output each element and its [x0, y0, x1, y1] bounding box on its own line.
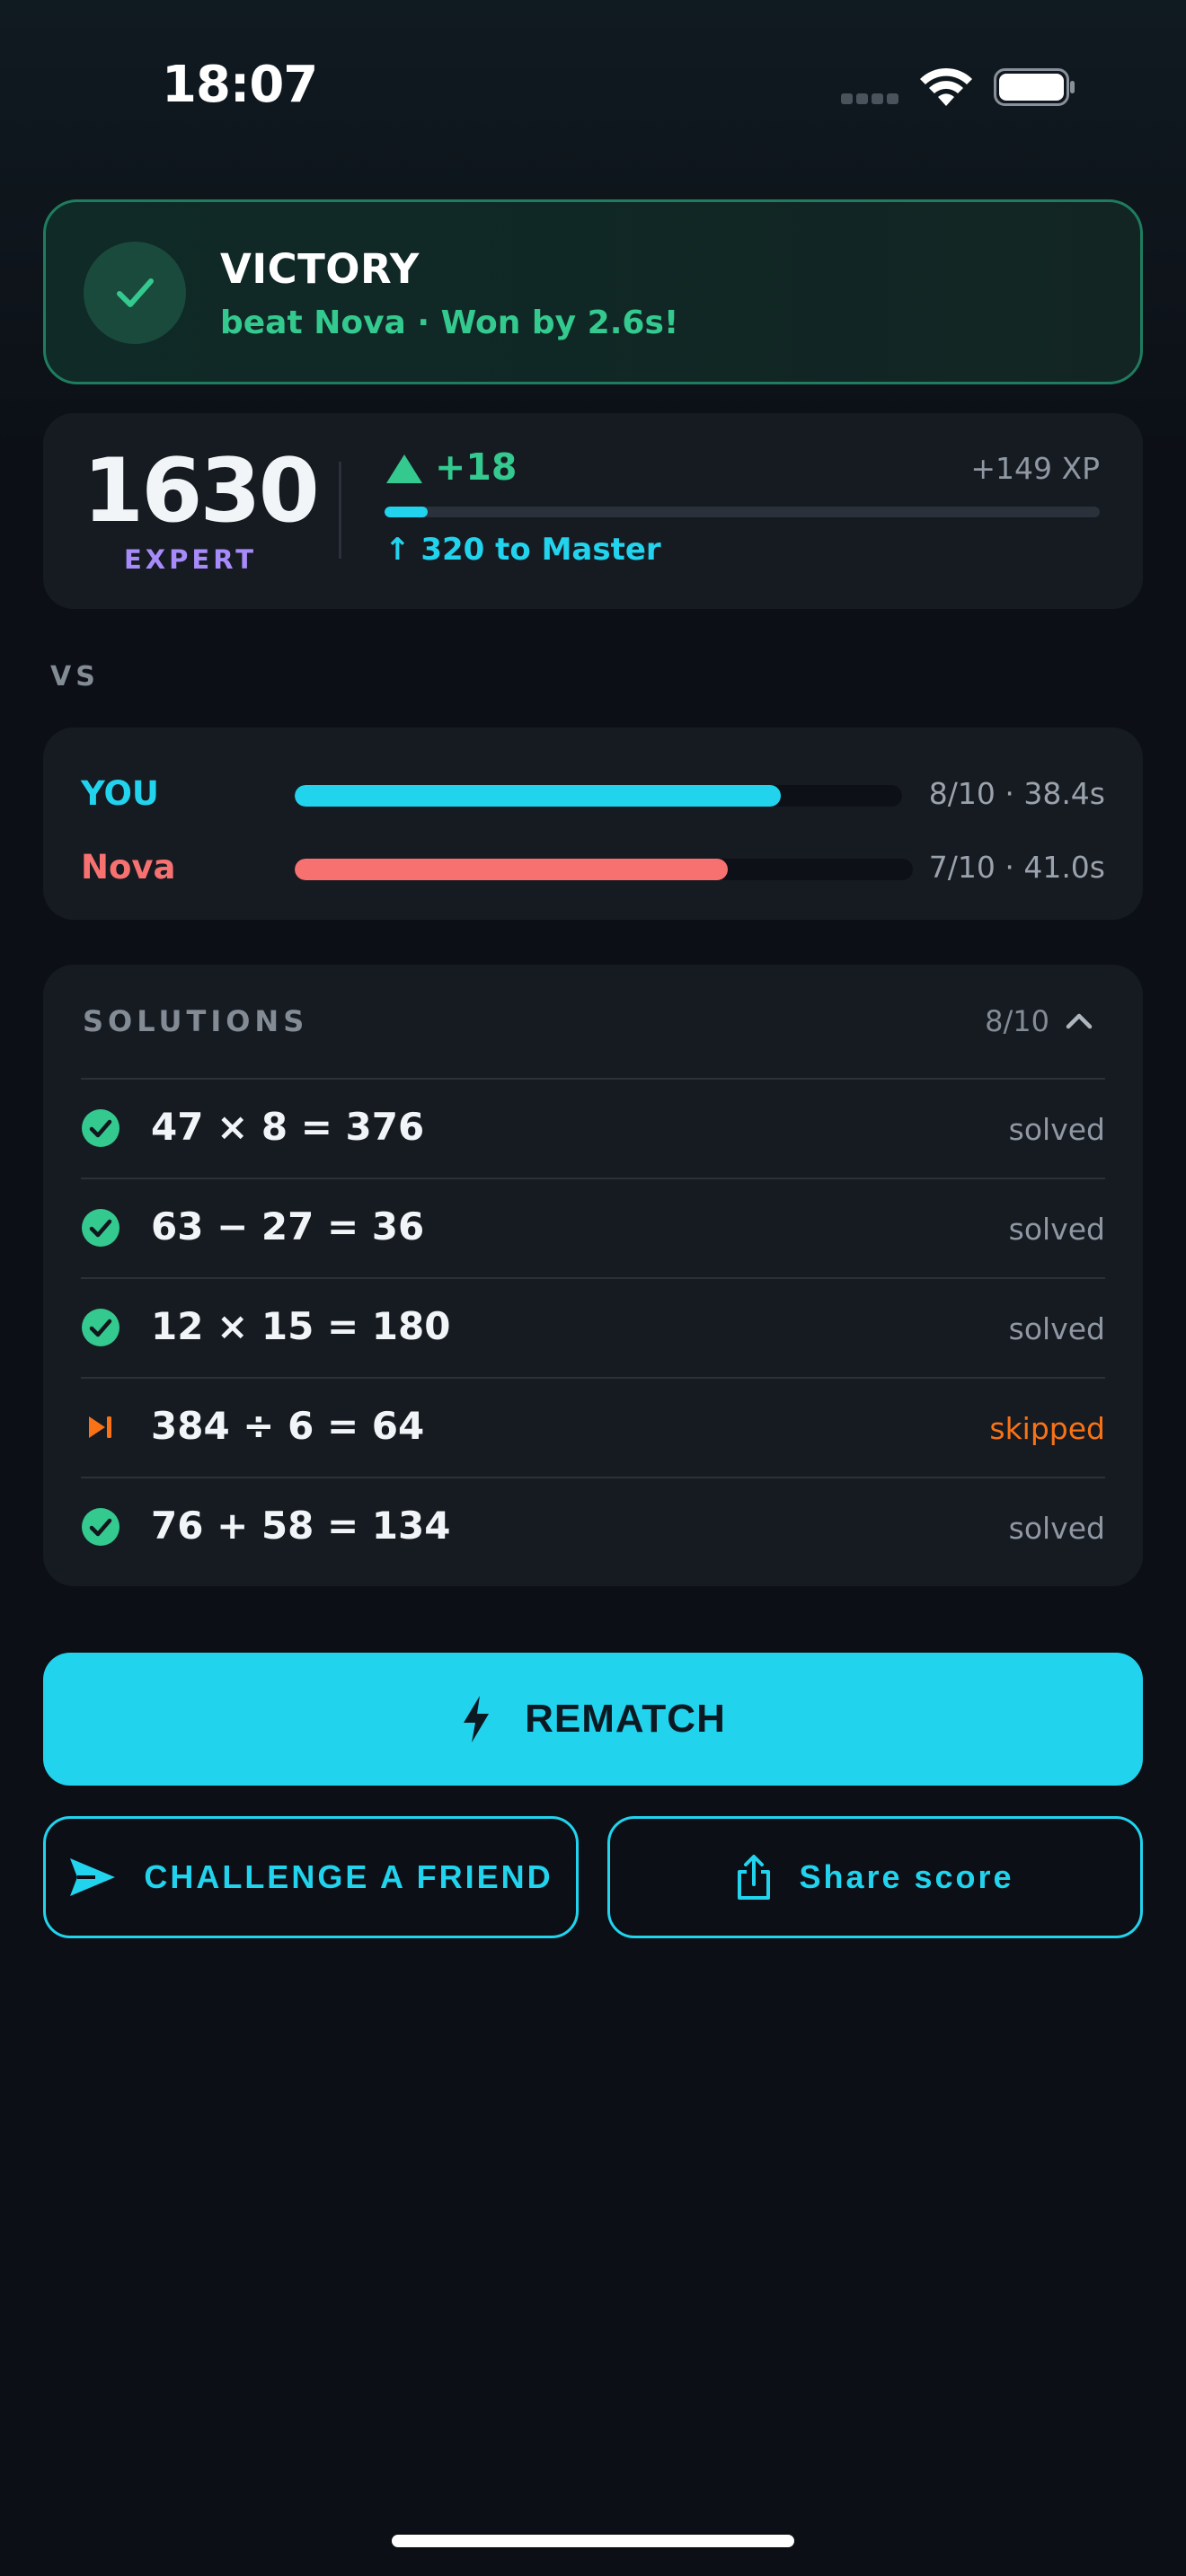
wifi-icon	[920, 67, 972, 106]
challenge-friend-label: CHALLENGE A FRIEND	[144, 1858, 553, 1895]
solution-status: solved	[1008, 1311, 1105, 1346]
check-icon	[84, 242, 186, 344]
solution-equation: 47 × 8 = 376	[151, 1105, 425, 1149]
next-tier-label: ↑ 320 to Master	[385, 532, 661, 568]
xp-gain: +149 XP	[970, 451, 1100, 486]
vs-label: VS	[50, 661, 100, 693]
tier-progress-bar	[385, 507, 1100, 517]
solutions-list: 47 × 8 = 376 solved 63 − 27 = 36 solved …	[81, 1078, 1105, 1576]
rating-delta: +18	[435, 446, 518, 489]
check-circle-icon	[82, 1209, 119, 1247]
send-icon	[70, 1858, 116, 1896]
rating-card: 1630 EXPERT +18 +149 XP ↑ 320 to Master	[43, 413, 1143, 609]
solution-equation: 384 ÷ 6 = 64	[151, 1404, 425, 1448]
opponent-progress-fill	[295, 859, 728, 880]
solution-equation: 63 − 27 = 36	[151, 1204, 425, 1248]
victory-banner: VICTORY beat Nova · Won by 2.6s!	[43, 199, 1143, 384]
solution-status: solved	[1008, 1511, 1105, 1546]
rematch-button[interactable]: REMATCH	[43, 1653, 1143, 1786]
rating-value: 1630	[83, 440, 320, 543]
versus-card: YOU 8/10 · 38.4s Nova 7/10 · 41.0s	[43, 728, 1143, 920]
result-subtitle: beat Nova · Won by 2.6s!	[220, 304, 679, 341]
opponent-progress-track	[295, 859, 913, 880]
lightning-icon	[464, 1696, 490, 1742]
solutions-count: 8/10	[985, 1004, 1049, 1038]
check-circle-icon	[82, 1309, 119, 1346]
solutions-panel: SOLUTIONS 8/10 47 × 8 = 376 solved 63 − …	[43, 965, 1143, 1586]
share-score-label: Share score	[799, 1858, 1014, 1895]
check-circle-icon	[82, 1508, 119, 1546]
solution-row: 47 × 8 = 376 solved	[81, 1078, 1105, 1178]
player-name: YOU	[81, 774, 159, 813]
player-row-opponent: Nova 7/10 · 41.0s	[43, 841, 1143, 895]
opponent-stat: 7/10 · 41.0s	[928, 850, 1105, 885]
skip-icon	[89, 1416, 111, 1438]
solution-equation: 12 × 15 = 180	[151, 1304, 451, 1348]
challenge-friend-button[interactable]: CHALLENGE A FRIEND	[43, 1816, 579, 1938]
solution-row: 63 − 27 = 36 solved	[81, 1178, 1105, 1277]
solution-row: 384 ÷ 6 = 64 skipped	[81, 1377, 1105, 1477]
rematch-label: REMATCH	[525, 1697, 726, 1741]
solution-equation: 76 + 58 = 134	[151, 1504, 451, 1548]
player-stat: 8/10 · 38.4s	[928, 776, 1105, 811]
divider	[339, 462, 341, 559]
player-progress-track	[295, 785, 902, 807]
home-indicator[interactable]	[392, 2535, 794, 2547]
battery-icon	[994, 68, 1075, 106]
solutions-header: SOLUTIONS	[83, 1004, 309, 1038]
player-row-you: YOU 8/10 · 38.4s	[43, 767, 1143, 821]
solution-row: 76 + 58 = 134 solved	[81, 1477, 1105, 1576]
solution-status: skipped	[989, 1411, 1105, 1446]
triangle-up-icon	[386, 454, 422, 483]
status-bar: 18:07	[0, 0, 1186, 171]
tier-progress-fill	[385, 507, 428, 517]
clock: 18:07	[162, 56, 318, 114]
solution-status: solved	[1008, 1112, 1105, 1147]
check-circle-icon	[82, 1109, 119, 1147]
opponent-name: Nova	[81, 848, 176, 887]
result-title: VICTORY	[220, 245, 420, 293]
solution-status: solved	[1008, 1212, 1105, 1247]
share-score-button[interactable]: Share score	[607, 1816, 1143, 1938]
rating-tier: EXPERT	[123, 544, 258, 575]
share-icon	[738, 1855, 771, 1900]
solution-row: 12 × 15 = 180 solved	[81, 1277, 1105, 1377]
cellular-signal-icon	[841, 93, 900, 106]
player-progress-fill	[295, 785, 781, 807]
chevron-up-icon[interactable]	[1064, 1010, 1094, 1031]
